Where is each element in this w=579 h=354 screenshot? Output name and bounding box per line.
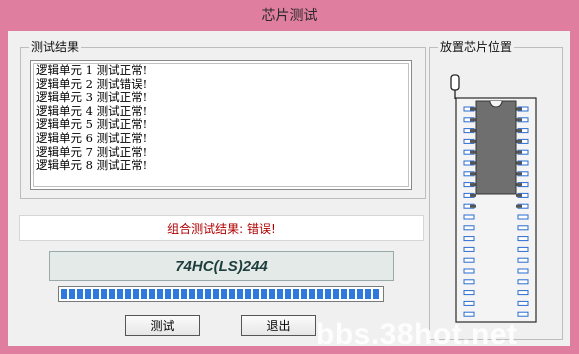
app-window: 芯片测试 测试结果 逻辑单元 1 测试正常! 逻辑单元 2 测试错误! 逻辑单元… — [0, 0, 579, 354]
socket-slot-right — [517, 279, 529, 285]
socket-slot-right — [517, 236, 529, 242]
chip-name-display: 74HC(LS)244 — [49, 251, 394, 281]
socket-slot-left — [463, 236, 475, 242]
socket-slot-left — [463, 268, 475, 274]
socket-slot-left — [463, 300, 475, 306]
chip-pin-right — [516, 139, 522, 143]
socket-slot-left — [463, 214, 475, 220]
result-line: 逻辑单元 1 测试正常! — [36, 63, 148, 77]
watermark: bbs.38hot.net — [316, 318, 518, 351]
chip-pin-right — [516, 107, 522, 111]
chip-pin-left — [470, 193, 476, 197]
socket-slot-right — [517, 268, 529, 274]
dip-chip — [475, 100, 517, 195]
socket-slot-right — [517, 214, 529, 220]
chip-pin-right — [516, 118, 522, 122]
chip-pin-left — [470, 150, 476, 154]
socket-slot-left — [463, 311, 475, 317]
socket-slot-left — [463, 246, 475, 252]
results-listbox[interactable]: 逻辑单元 1 测试正常! 逻辑单元 2 测试错误! 逻辑单元 3 测试正常! 逻… — [30, 60, 412, 190]
socket-slot-right — [517, 246, 529, 252]
summary-text: 组合测试结果: 错误! — [167, 221, 276, 236]
result-line: 逻辑单元 4 测试正常! — [36, 103, 148, 118]
chip-pin-left — [470, 183, 476, 187]
chip-pin-left — [470, 118, 476, 122]
summary-result: 组合测试结果: 错误! — [19, 215, 424, 241]
chip-pin-left — [470, 139, 476, 143]
chip-pin-right — [516, 129, 522, 133]
chip-pin-right — [516, 204, 522, 208]
test-button-label: 测试 — [150, 319, 175, 333]
socket-slot-left — [463, 225, 475, 231]
exit-button-label: 退出 — [266, 319, 291, 333]
chip-pin-right — [516, 172, 522, 176]
socket-slot-right — [517, 290, 529, 296]
result-line: 逻辑单元 3 测试正常! — [36, 90, 148, 105]
chip-pin-right — [516, 150, 522, 154]
result-line: 逻辑单元 2 测试错误! — [36, 76, 148, 91]
results-group-label: 测试结果 — [29, 40, 82, 54]
results-list-inner: 逻辑单元 1 测试正常! 逻辑单元 2 测试错误! 逻辑单元 3 测试正常! 逻… — [33, 63, 409, 187]
title-bar[interactable]: 芯片测试 — [0, 0, 579, 30]
socket-lever[interactable] — [450, 74, 460, 99]
socket-slot-left — [463, 279, 475, 285]
chip-pin-left — [470, 172, 476, 176]
window-title: 芯片测试 — [261, 8, 318, 24]
socket-slot-left — [463, 290, 475, 296]
result-line: 逻辑单元 5 测试正常! — [36, 117, 148, 132]
socket-slot-right — [517, 225, 529, 231]
chip-pin-right — [516, 183, 522, 187]
exit-button[interactable]: 退出 — [241, 315, 316, 336]
chip-name-text: 74HC(LS)244 — [175, 257, 268, 275]
socket-slot-left — [463, 257, 475, 263]
progress-fill — [61, 289, 381, 299]
zif-socket[interactable] — [430, 47, 558, 341]
chip-pin-left — [470, 129, 476, 133]
dialog-client-area: 测试结果 逻辑单元 1 测试正常! 逻辑单元 2 测试错误! 逻辑单元 3 测试… — [8, 31, 570, 346]
chip-pin-left — [470, 204, 476, 208]
test-button[interactable]: 测试 — [125, 315, 200, 336]
result-line: 逻辑单元 7 测试正常! — [36, 144, 148, 159]
socket-slot-right — [517, 300, 529, 306]
chip-pin-right — [516, 161, 522, 165]
result-line: 逻辑单元 6 测试正常! — [36, 130, 148, 145]
chip-pin-right — [516, 193, 522, 197]
socket-slot-right — [517, 257, 529, 263]
socket-slot-right — [517, 311, 529, 317]
result-line: 逻辑单元 8 测试正常! — [36, 158, 148, 173]
chip-pin-left — [470, 107, 476, 111]
test-progress-bar — [58, 286, 384, 302]
chip-pin-left — [470, 161, 476, 165]
